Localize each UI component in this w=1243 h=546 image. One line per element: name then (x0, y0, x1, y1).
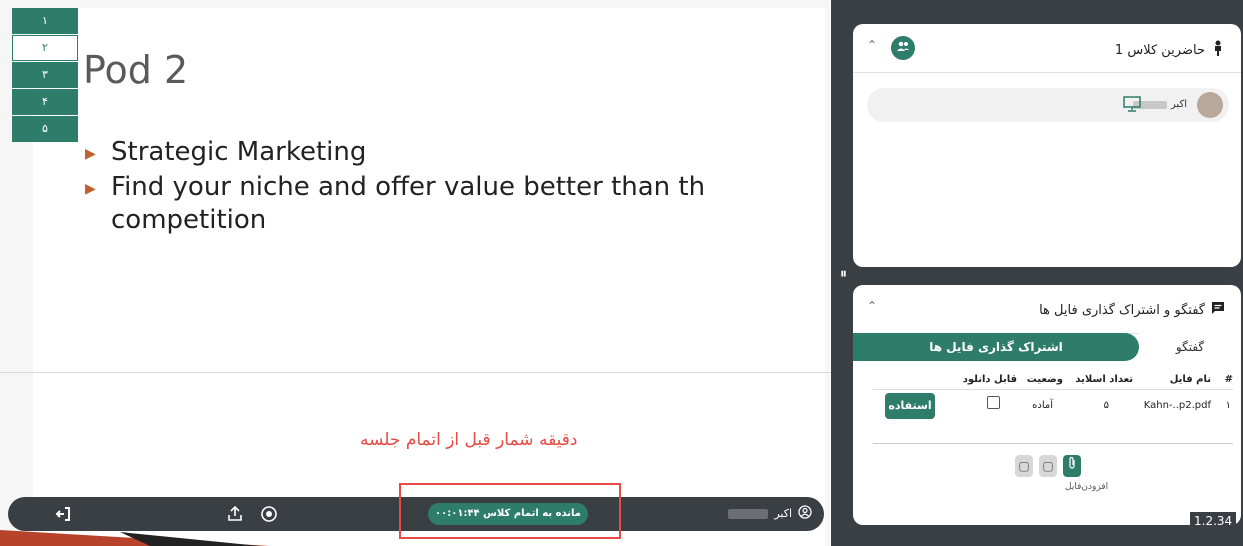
page-button-2[interactable]: ۲ (12, 35, 78, 61)
version-label: 1.2.34 (1190, 512, 1237, 530)
redacted-name (728, 508, 769, 519)
chat-header: گفتگو و اشتراک گذاری فایل ها ⌃ (853, 285, 1241, 334)
file-icon[interactable]: ▢ (1015, 455, 1033, 477)
files-table: # نام فایل تعداد اسلاید وضعیت قابل دانلو… (873, 371, 1233, 424)
attendee-name-wrap: اکبر (1132, 99, 1187, 110)
slide-decoration (0, 530, 270, 546)
monitor-icon (1123, 96, 1141, 116)
slide-title: Pod 2 (83, 48, 189, 92)
table-row: ۱ Kahn-..p2.pdf ۵ آماده استفاده (873, 389, 1233, 424)
bullet-arrow-icon: ▶ (85, 181, 96, 197)
annotation-caption: دقیقه شمار قبل از اتمام جلسه (360, 430, 578, 450)
page-button-5[interactable]: ۵ (12, 116, 78, 142)
slide-bullets: ▶ Strategic Marketing ▶ Find your niche … (85, 136, 825, 237)
page-selector: ۱ ۲ ۳ ۴ ۵ (12, 8, 78, 143)
tab-chat[interactable]: گفتگو (1139, 333, 1241, 361)
col-slide-count: تعداد اسلاید (1075, 374, 1133, 385)
col-filename: نام فایل (1169, 374, 1211, 385)
chat-title-wrap: گفتگو و اشتراک گذاری فایل ها (1039, 301, 1225, 319)
cell-filename: Kahn-..p2.pdf (1143, 400, 1211, 411)
cell-index: ۱ (1225, 400, 1231, 411)
table-header: # نام فایل تعداد اسلاید وضعیت قابل دانلو… (873, 371, 1233, 389)
attach-actions: ▢ ▢ (1015, 455, 1081, 477)
attendees-title: حاضرین کلاس 1 (1114, 42, 1205, 58)
chevron-up-icon[interactable]: ⌃ (867, 38, 877, 52)
paperclip-icon[interactable] (1063, 455, 1081, 477)
panel-tabs: اشتراک گذاری فایل ها گفتگو (853, 333, 1241, 361)
page-button-4[interactable]: ۴ (12, 89, 78, 115)
user-label: اکبر (774, 507, 792, 520)
record-icon[interactable] (260, 505, 278, 527)
bullet-item: ▶ Find your niche and offer value better… (85, 171, 825, 237)
avatar (1197, 92, 1223, 118)
user-icon (798, 505, 812, 522)
col-index: # (1224, 374, 1233, 385)
attendees-header: حاضرین کلاس 1 ⌃ (853, 24, 1241, 73)
divider (873, 443, 1233, 444)
chat-title: گفتگو و اشتراک گذاری فایل ها (1039, 302, 1205, 318)
cell-status: آماده (1032, 400, 1053, 411)
cell-slide-count: ۵ (1103, 400, 1109, 411)
attendees-title-wrap: حاضرین کلاس 1 (1115, 40, 1225, 60)
page-button-1[interactable]: ۱ (12, 8, 78, 34)
col-status: وضعیت (1026, 374, 1063, 385)
bullet-text: Find your niche and offer value better t… (111, 172, 706, 235)
col-downloadable: قابل دانلود (962, 374, 1017, 385)
chevron-up-icon[interactable]: ⌃ (867, 299, 877, 313)
person-icon (1211, 40, 1225, 60)
attach-label: افزودن‌فایل (1065, 482, 1109, 492)
group-icon[interactable] (891, 36, 915, 60)
tab-file-sharing[interactable]: اشتراک گذاری فایل ها (853, 333, 1139, 361)
bullet-text: Strategic Marketing (111, 137, 367, 167)
chat-icon (1211, 301, 1225, 319)
share-icon[interactable] (226, 505, 244, 527)
exit-icon[interactable] (54, 505, 72, 527)
file-icon[interactable]: ▢ (1039, 455, 1057, 477)
bullet-item: ▶ Strategic Marketing (85, 136, 825, 171)
attendee-name: اکبر (1170, 99, 1187, 110)
use-file-button[interactable]: استفاده (885, 393, 935, 419)
downloadable-checkbox[interactable] (987, 396, 1000, 409)
resize-handle[interactable]: ⏸ (840, 266, 847, 282)
current-user: اکبر (728, 505, 812, 522)
bullet-arrow-icon: ▶ (85, 146, 96, 162)
highlight-box (399, 483, 621, 539)
attendees-panel: حاضرین کلاس 1 ⌃ اکبر (853, 24, 1241, 267)
attendee-row[interactable]: اکبر (867, 88, 1229, 122)
slide: Pod 2 ▶ Strategic Marketing ▶ Find your … (33, 8, 825, 546)
chat-files-panel: گفتگو و اشتراک گذاری فایل ها ⌃ اشتراک گذ… (853, 285, 1241, 525)
page-button-3[interactable]: ۳ (12, 62, 78, 88)
slide-area: Pod 2 ▶ Strategic Marketing ▶ Find your … (0, 0, 830, 546)
